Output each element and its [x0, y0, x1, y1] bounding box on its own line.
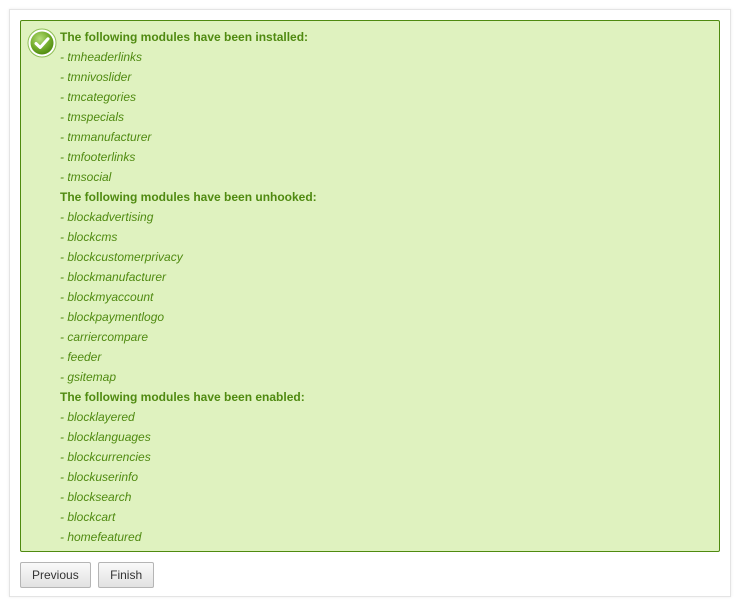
enabled-module-item: - blocklayered	[60, 410, 135, 424]
finish-button[interactable]: Finish	[98, 562, 155, 588]
check-circle-icon	[27, 28, 57, 58]
installed-module-item: - tmfooterlinks	[60, 150, 136, 164]
unhooked-module-item: - blockcustomerprivacy	[60, 250, 183, 264]
unhooked-module-item: - feeder	[60, 350, 102, 364]
installed-module-item: - tmnivoslider	[60, 70, 132, 84]
enabled-module-item: - blocksearch	[60, 490, 132, 504]
enabled-module-item: - blockcart	[60, 510, 116, 524]
unhooked-module-item: - carriercompare	[60, 330, 149, 344]
unhooked-module-item: - blockpaymentlogo	[60, 310, 165, 324]
installed-heading: The following modules have been installe…	[60, 30, 309, 44]
installed-module-item: - tmcategories	[60, 90, 137, 104]
module-lists: The following modules have been installe…	[60, 27, 709, 547]
unhooked-module-item: - blockcms	[60, 230, 118, 244]
enabled-module-item: - homefeatured	[60, 530, 142, 544]
unhooked-module-item: - blockadvertising	[60, 210, 154, 224]
unhooked-module-item: - blockmanufacturer	[60, 270, 167, 284]
enabled-module-item: - blockcurrencies	[60, 450, 151, 464]
previous-button[interactable]: Previous	[20, 562, 91, 588]
wizard-buttons: Previous Finish	[20, 562, 157, 588]
installed-module-item: - tmmanufacturer	[60, 130, 152, 144]
enabled-module-item: - blocklanguages	[60, 430, 151, 444]
success-message-box: The following modules have been installe…	[20, 20, 720, 552]
unhooked-module-item: - gsitemap	[60, 370, 117, 384]
installed-module-item: - tmsocial	[60, 170, 112, 184]
installed-module-item: - tmspecials	[60, 110, 125, 124]
enabled-module-item: - blockuserinfo	[60, 470, 139, 484]
installed-module-item: - tmheaderlinks	[60, 50, 143, 64]
install-result-panel: The following modules have been installe…	[9, 9, 731, 597]
enabled-heading: The following modules have been enabled:	[60, 390, 305, 404]
unhooked-heading: The following modules have been unhooked…	[60, 190, 317, 204]
unhooked-module-item: - blockmyaccount	[60, 290, 154, 304]
